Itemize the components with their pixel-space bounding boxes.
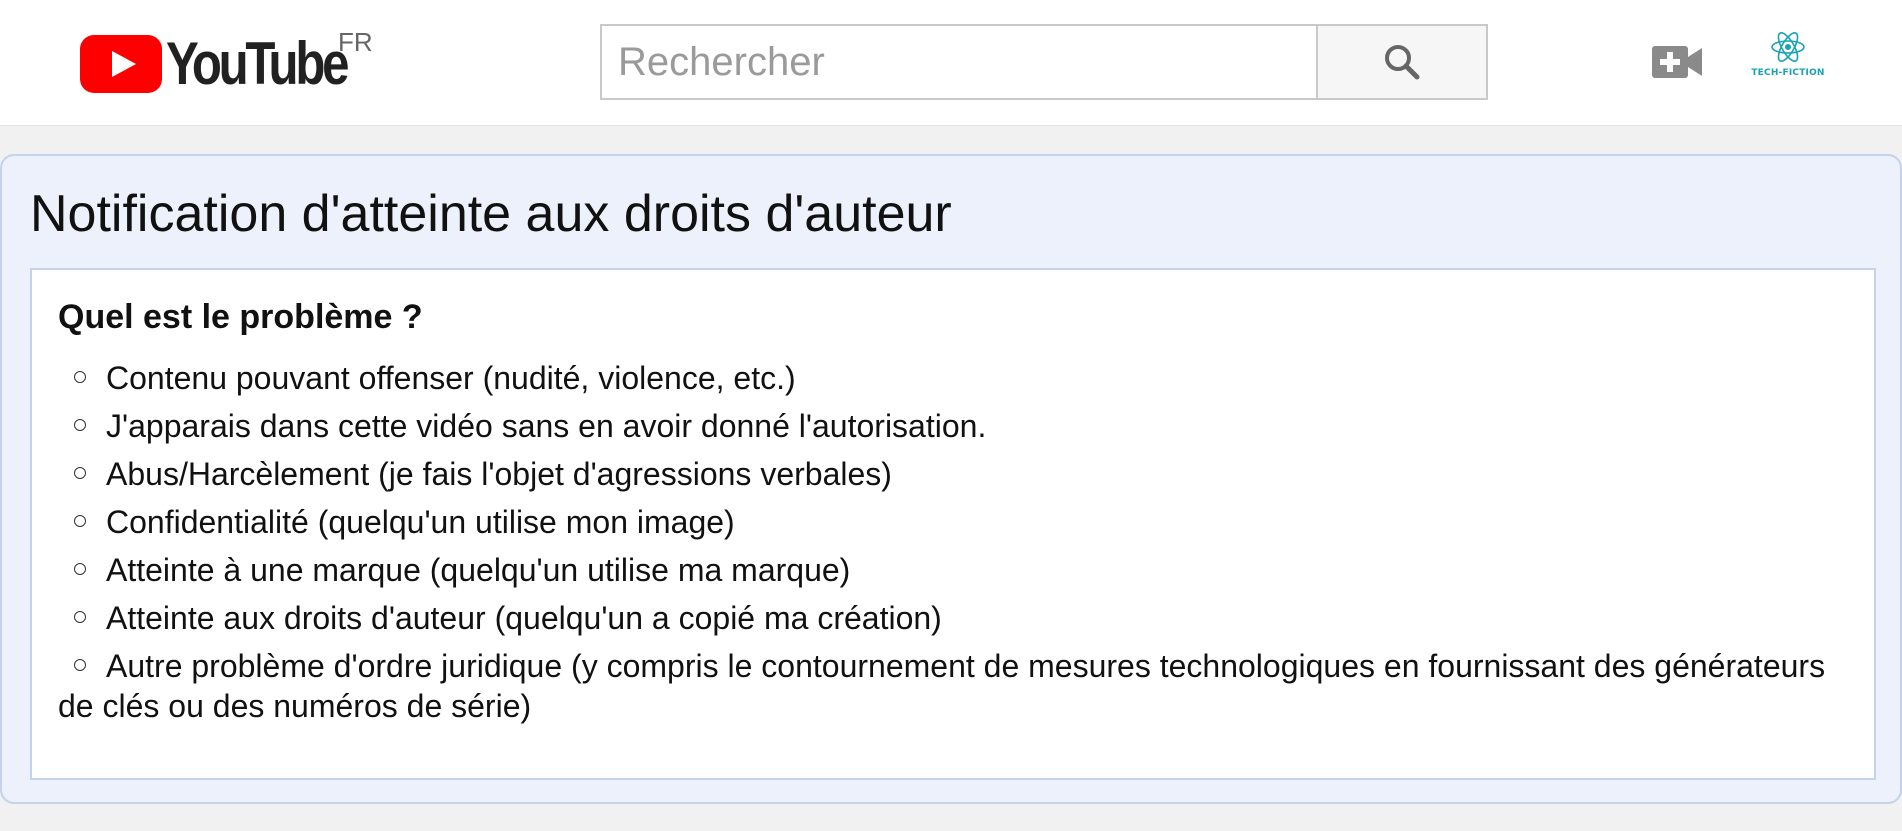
radio-icon	[74, 466, 86, 479]
radio-icon	[74, 370, 86, 383]
option-label: Atteinte aux droits d'auteur (quelqu'un …	[106, 600, 942, 636]
option-label: Atteinte à une marque (quelqu'un utilise…	[106, 552, 851, 588]
region-label: FR	[338, 27, 373, 57]
avatar[interactable]: TECH-FICTION	[1746, 28, 1830, 88]
option-offensive-content[interactable]: Contenu pouvant offenser (nudité, violen…	[58, 358, 1838, 398]
search-icon	[1385, 45, 1420, 80]
option-label: Confidentialité (quelqu'un utilise mon i…	[106, 504, 735, 540]
logo-wordmark: YouTube	[166, 30, 349, 97]
report-panel: Notification d'atteinte aux droits d'aut…	[0, 154, 1902, 804]
search-button[interactable]	[1316, 24, 1488, 100]
option-harassment[interactable]: Abus/Harcèlement (je fais l'objet d'agre…	[58, 454, 1838, 494]
youtube-play-icon	[80, 35, 162, 93]
page-title: Notification d'atteinte aux droits d'aut…	[30, 185, 952, 243]
search-input[interactable]	[600, 24, 1318, 100]
radio-icon	[74, 610, 86, 623]
option-privacy[interactable]: Confidentialité (quelqu'un utilise mon i…	[58, 502, 1838, 542]
atom-icon	[1771, 32, 1805, 62]
report-form: Quel est le problème ? Contenu pouvant o…	[30, 268, 1876, 780]
video-camera-plus-icon[interactable]	[1652, 44, 1702, 80]
radio-icon	[74, 658, 86, 671]
option-label: Abus/Harcèlement (je fais l'objet d'agre…	[106, 456, 892, 492]
option-trademark[interactable]: Atteinte à une marque (quelqu'un utilise…	[58, 550, 1838, 590]
option-appear-without-consent[interactable]: J'apparais dans cette vidéo sans en avoi…	[58, 406, 1838, 446]
radio-icon	[74, 514, 86, 527]
option-label: J'apparais dans cette vidéo sans en avoi…	[106, 408, 987, 444]
option-other-legal[interactable]: Autre problème d'ordre juridique (y comp…	[58, 646, 1838, 726]
option-copyright[interactable]: Atteinte aux droits d'auteur (quelqu'un …	[58, 598, 1838, 638]
radio-icon	[74, 418, 86, 431]
option-label: Contenu pouvant offenser (nudité, violen…	[106, 360, 796, 396]
option-label: Autre problème d'ordre juridique (y comp…	[58, 648, 1826, 724]
top-header: YouTube FR TECH-FICTION	[0, 0, 1902, 126]
avatar-label: TECH-FICTION	[1751, 68, 1825, 78]
question-heading: Quel est le problème ?	[58, 298, 423, 336]
radio-icon	[74, 562, 86, 575]
options-list: Contenu pouvant offenser (nudité, violen…	[58, 358, 1838, 734]
